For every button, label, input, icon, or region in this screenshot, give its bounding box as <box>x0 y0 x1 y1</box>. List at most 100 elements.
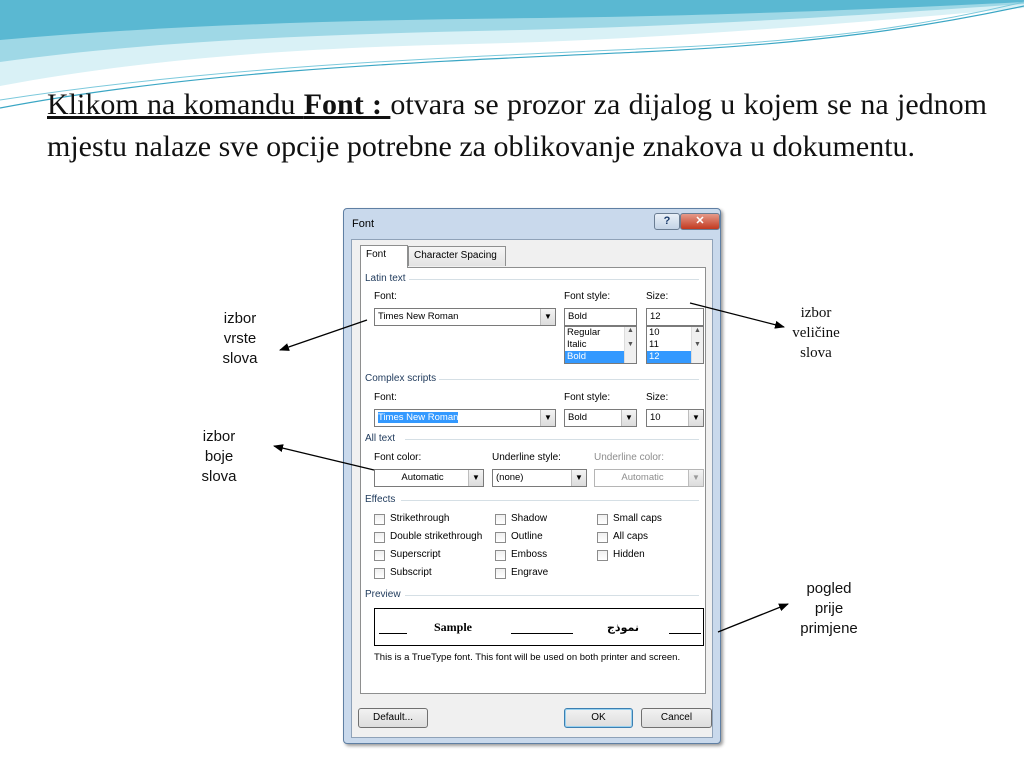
complex-font-value: Times New Roman <box>378 412 459 423</box>
engrave-label: Engrave <box>511 567 549 578</box>
font-color-combo[interactable]: Automatic ▼ <box>374 469 484 487</box>
outline-checkbox[interactable] <box>495 532 506 543</box>
dialog-titlebar: Font ? ✕ <box>344 209 720 239</box>
callout-line: slova <box>800 345 832 361</box>
list-item-selected[interactable]: 12 <box>647 351 691 363</box>
underline-style-combo[interactable]: (none) ▼ <box>492 469 587 487</box>
complex-scripts-group-label: Complex scripts <box>365 373 437 384</box>
emboss-label: Emboss <box>511 549 548 560</box>
list-item[interactable]: 11 <box>647 339 691 351</box>
chevron-down-icon[interactable]: ▼ <box>571 470 586 486</box>
chevron-down-icon[interactable]: ▼ <box>540 410 555 426</box>
complex-font-label: Font: <box>374 392 397 403</box>
group-divider <box>401 500 699 501</box>
preview-sample-text: Sample <box>434 620 473 634</box>
complex-size-value: 10 <box>650 412 661 423</box>
dialog-client-area: Font Character Spacing Latin text Font: … <box>351 239 713 738</box>
strikethrough-checkbox[interactable] <box>374 514 385 525</box>
list-item[interactable]: 10 <box>647 327 691 339</box>
double-strikethrough-label: Double strikethrough <box>390 531 483 542</box>
group-divider <box>405 595 699 596</box>
callout-font-color: izbor boje slova <box>173 419 265 501</box>
latin-size-label: Size: <box>646 291 669 302</box>
font-dialog: Font ? ✕ Font Character Spacing Latin te… <box>343 208 721 744</box>
superscript-checkbox[interactable] <box>374 550 385 561</box>
subscript-label: Subscript <box>390 567 432 578</box>
font-color-label: Font color: <box>374 452 422 463</box>
latin-font-combo[interactable]: Times New Roman ▼ <box>374 308 556 326</box>
double-strikethrough-checkbox[interactable] <box>374 532 385 543</box>
callout-line: vrste <box>223 330 257 347</box>
complex-font-combo[interactable]: Times New Roman ▼ <box>374 409 556 427</box>
callout-line: izbor <box>223 310 257 327</box>
list-item[interactable]: Italic <box>565 339 624 351</box>
ok-button[interactable]: OK <box>564 708 633 728</box>
small-caps-label: Small caps <box>613 513 662 524</box>
latin-style-input[interactable]: Bold <box>564 308 637 326</box>
help-button[interactable]: ? <box>654 213 680 230</box>
emboss-checkbox[interactable] <box>495 550 506 561</box>
preview-baseline <box>511 633 573 634</box>
preview-group-label: Preview <box>365 589 401 600</box>
chevron-down-icon[interactable]: ▼ <box>621 410 636 426</box>
callout-preview: pogled prije primjene <box>785 569 873 653</box>
effects-group-label: Effects <box>365 494 396 505</box>
callout-line: izbor <box>800 305 832 321</box>
engrave-checkbox[interactable] <box>495 568 506 579</box>
scrollbar[interactable]: ▲ ▼ <box>624 327 636 363</box>
complex-size-combo[interactable]: 10 ▼ <box>646 409 704 427</box>
list-item[interactable]: Regular <box>565 327 624 339</box>
superscript-label: Superscript <box>390 549 441 560</box>
intro-text: Klikom na komandu <box>47 88 304 121</box>
chevron-down-icon[interactable]: ▼ <box>468 470 483 486</box>
close-button[interactable]: ✕ <box>680 213 720 230</box>
preview-baseline <box>669 633 701 634</box>
list-item-selected[interactable]: Bold <box>565 351 624 363</box>
latin-size-input[interactable]: 12 <box>646 308 704 326</box>
default-button[interactable]: Default... <box>358 708 428 728</box>
all-caps-checkbox[interactable] <box>597 532 608 543</box>
shadow-checkbox[interactable] <box>495 514 506 525</box>
slide-paragraph: Klikom na komandu Font : otvara se prozo… <box>47 84 987 168</box>
callout-line: primjene <box>800 620 858 637</box>
underline-color-label: Underline color: <box>594 452 665 463</box>
chevron-down-icon[interactable]: ▼ <box>540 309 555 325</box>
latin-style-label: Font style: <box>564 291 611 302</box>
group-divider <box>409 279 699 280</box>
latin-font-label: Font: <box>374 291 397 302</box>
latin-size-list[interactable]: 10 11 12 ▲ ▼ <box>646 326 704 364</box>
callout-line: boje <box>204 448 234 465</box>
chevron-down-icon[interactable]: ▼ <box>688 410 703 426</box>
hidden-label: Hidden <box>613 549 645 560</box>
callout-line: veličine <box>792 325 840 341</box>
all-caps-label: All caps <box>613 531 649 542</box>
callout-line: izbor <box>202 428 236 445</box>
outline-label: Outline <box>511 531 543 542</box>
callout-line: pogled <box>806 580 852 597</box>
latin-text-group-label: Latin text <box>365 273 406 284</box>
latin-font-value: Times New Roman <box>378 311 459 322</box>
shadow-label: Shadow <box>511 513 548 524</box>
complex-style-label: Font style: <box>564 392 611 403</box>
all-text-group-label: All text <box>365 433 396 444</box>
font-tab-panel: Latin text Font: Times New Roman ▼ Font … <box>360 267 706 694</box>
latin-style-list[interactable]: Regular Italic Bold ▲ ▼ <box>564 326 637 364</box>
callout-font-size: izbor veličine slova <box>772 295 860 377</box>
underline-style-value: (none) <box>496 472 524 483</box>
hidden-checkbox[interactable] <box>597 550 608 561</box>
callout-font-type: izbor vrste slova <box>194 299 286 383</box>
group-divider <box>439 379 699 380</box>
tab-character-spacing[interactable]: Character Spacing <box>408 246 506 266</box>
dialog-title: Font <box>352 218 375 230</box>
font-color-value: Automatic <box>401 472 444 483</box>
small-caps-checkbox[interactable] <box>597 514 608 525</box>
arrow-to-preview <box>717 603 789 633</box>
callout-line: slova <box>201 468 237 485</box>
preview-box: Sample نموذج <box>374 608 704 646</box>
tab-font[interactable]: Font <box>360 245 408 268</box>
underline-color-value: Automatic <box>621 472 664 483</box>
complex-style-combo[interactable]: Bold ▼ <box>564 409 637 427</box>
scrollbar[interactable]: ▲ ▼ <box>691 327 703 363</box>
cancel-button[interactable]: Cancel <box>641 708 712 728</box>
subscript-checkbox[interactable] <box>374 568 385 579</box>
